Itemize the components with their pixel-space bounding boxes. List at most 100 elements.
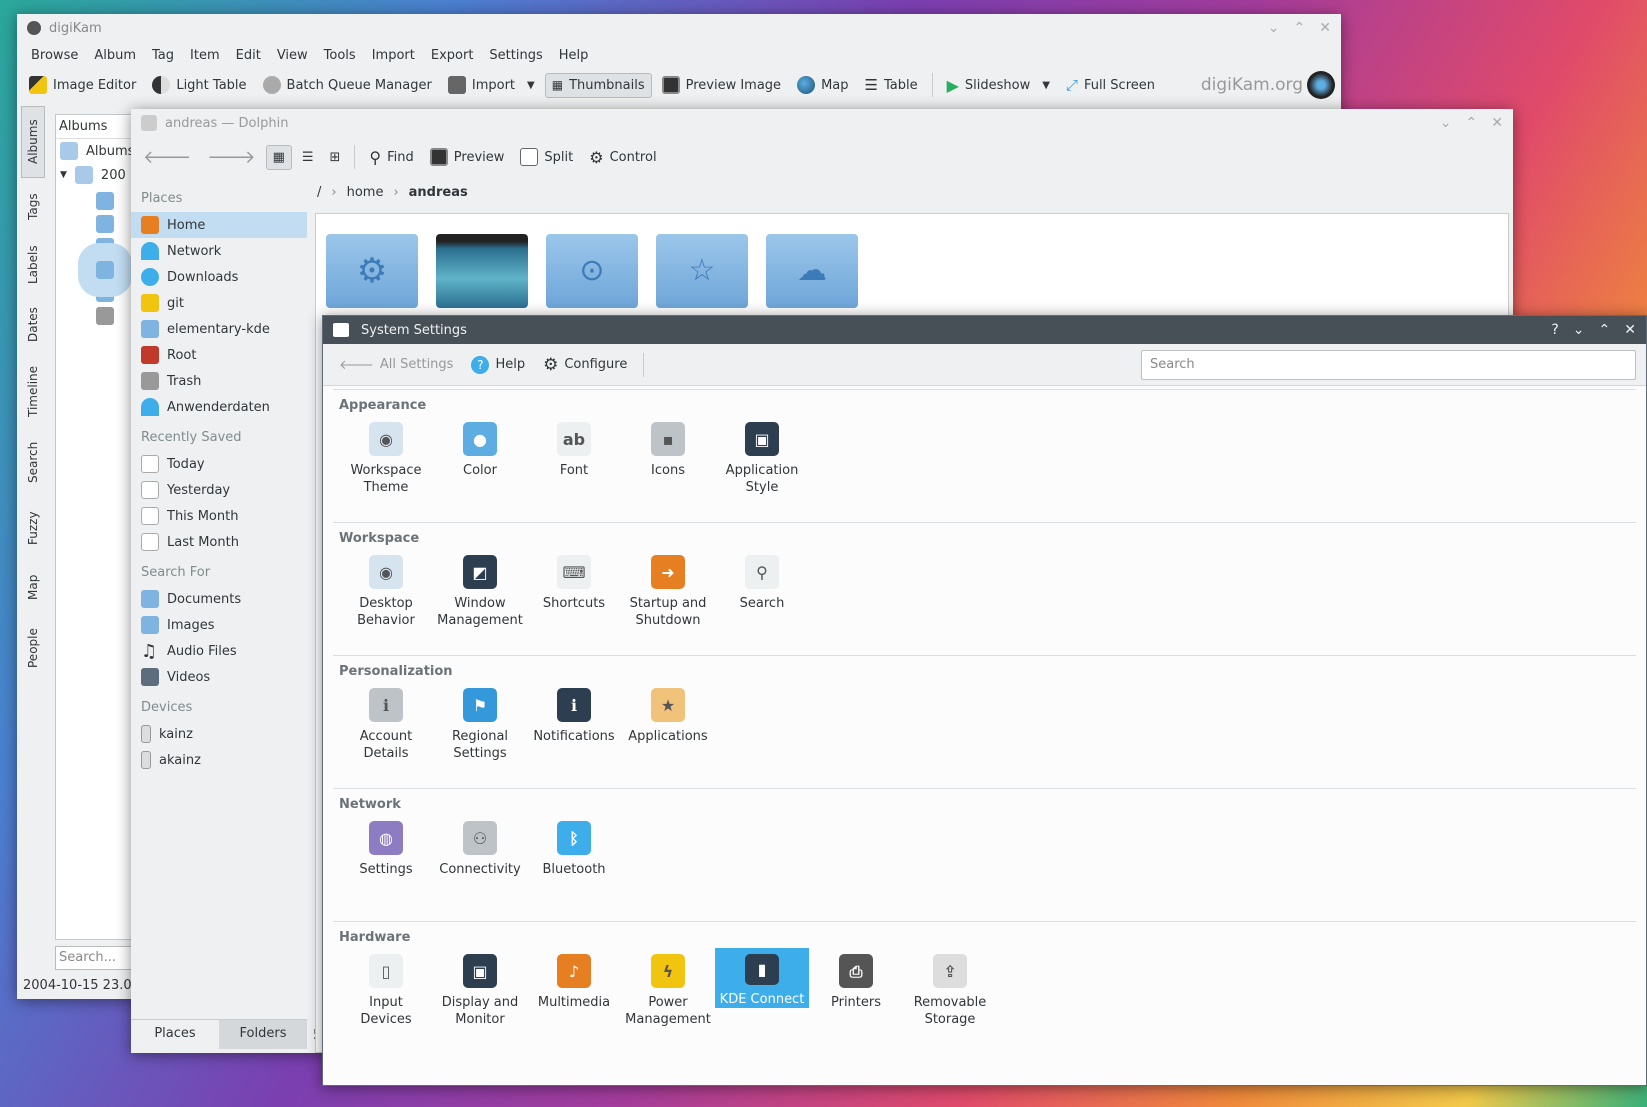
album-year[interactable]: ▼ 200 [56,163,134,187]
menu-settings[interactable]: Settings [481,48,550,63]
settings-item-removable-storage[interactable]: ⇪ Removable Storage [903,948,997,1044]
side-tab-people[interactable]: People [21,616,45,680]
settings-item-workspace-theme[interactable]: ◉ Workspace Theme [339,416,433,512]
map-button[interactable]: Map [791,72,854,98]
settings-item-bluetooth[interactable]: ᛒ Bluetooth [527,815,621,911]
maximize-icon[interactable]: ⌃ [1466,115,1478,131]
tab-places[interactable]: Places [131,1020,219,1049]
control-button[interactable]: ⚙ Control [583,144,662,171]
close-icon[interactable]: ✕ [1624,322,1636,338]
folder-icon[interactable] [96,238,114,256]
settings-item-regional-settings[interactable]: ⚑ Regional Settings [433,682,527,778]
side-tab-tags[interactable]: Tags [21,182,45,232]
settings-item-connectivity[interactable]: ⚇ Connectivity [433,815,527,911]
menu-item[interactable]: Item [182,48,228,63]
back-button[interactable]: 🡐 [137,143,197,172]
device-kainz[interactable]: kainz [131,721,307,747]
trash-icon[interactable] [96,307,114,325]
folder-config-icon[interactable]: ⚙ [326,234,418,308]
folder-icon[interactable] [96,215,114,233]
settings-item-printers[interactable]: ⎙ Printers [809,948,903,1044]
folder-icon[interactable] [96,192,114,210]
search-images[interactable]: Images [131,612,307,638]
menu-tag[interactable]: Tag [144,48,182,63]
batch-queue-button[interactable]: Batch Queue Manager [257,72,438,98]
album-search-input[interactable]: Search... [55,946,135,970]
settings-item-window-management[interactable]: ◩ Window Management [433,549,527,645]
settings-item-notifications[interactable]: ℹ Notifications [527,682,621,778]
help-icon[interactable]: ? [1551,322,1558,338]
recent-today[interactable]: Today [131,451,307,477]
maximize-icon[interactable]: ⌃ [1294,20,1306,36]
settings-item-applications[interactable]: ★ Applications [621,682,715,778]
search-audio-files[interactable]: ♫ Audio Files [131,638,307,664]
folder-favorites-icon[interactable]: ☆ [656,234,748,308]
settings-item-shortcuts[interactable]: ⌨ Shortcuts [527,549,621,645]
side-tab-timeline[interactable]: Timeline [21,356,45,426]
side-tab-albums[interactable]: Albums [21,106,45,178]
settings-item-multimedia[interactable]: ♪ Multimedia [527,948,621,1044]
folder-downloads-icon[interactable]: ⊙ [546,234,638,308]
folder-desktop-icon[interactable] [436,234,528,308]
breadcrumb-current[interactable]: andreas [409,185,468,200]
menu-help[interactable]: Help [551,48,597,63]
search-videos[interactable]: Videos [131,664,307,690]
menu-export[interactable]: Export [423,48,482,63]
settings-item-account-details[interactable]: ℹ Account Details [339,682,433,778]
preview-image-button[interactable]: Preview Image [656,72,787,98]
slideshow-button[interactable]: ▶ Slideshow ▼ [941,72,1056,99]
place-elementary-kde[interactable]: elementary-kde [131,316,307,342]
tree-view-button[interactable]: ⊞ [324,146,347,169]
menu-album[interactable]: Album [86,48,144,63]
side-tab-dates[interactable]: Dates [21,298,45,352]
breadcrumb-root[interactable]: / [317,185,321,200]
table-button[interactable]: ☰ Table [859,72,924,98]
menu-import[interactable]: Import [364,48,423,63]
import-button[interactable]: Import ▼ [442,72,541,98]
expand-icon[interactable]: ▼ [60,170,67,180]
place-anwenderdaten[interactable]: Anwenderdaten [131,394,307,420]
settings-item-power-management[interactable]: ϟ Power Management [621,948,715,1044]
settings-item-kde-connect[interactable]: ▮ KDE Connect [715,948,809,1008]
side-tab-map[interactable]: Map [21,562,45,612]
breadcrumb-home[interactable]: home [347,185,384,200]
device-akainz[interactable]: akainz [131,747,307,773]
side-tab-search[interactable]: Search [21,430,45,494]
settings-item-desktop-behavior[interactable]: ◉ Desktop Behavior [339,549,433,645]
image-editor-button[interactable]: Image Editor [23,72,142,98]
recent-yesterday[interactable]: Yesterday [131,477,307,503]
menu-tools[interactable]: Tools [316,48,364,63]
all-settings-button[interactable]: 🡐 All Settings [333,353,459,377]
settings-item-display-and-monitor[interactable]: ▣ Display and Monitor [433,948,527,1044]
side-tab-fuzzy[interactable]: Fuzzy [21,498,45,558]
folder-cloud-icon[interactable]: ☁ [766,234,858,308]
preview-button[interactable]: Preview [424,144,511,170]
split-button[interactable]: Split [514,144,579,170]
configure-button[interactable]: ⚙ Configure [537,351,633,379]
search-documents[interactable]: Documents [131,586,307,612]
place-home[interactable]: Home [131,212,307,238]
menu-edit[interactable]: Edit [228,48,269,63]
close-icon[interactable]: ✕ [1319,20,1331,36]
minimize-icon[interactable]: ⌄ [1268,20,1280,36]
dropdown-arrow-icon[interactable]: ▼ [1042,80,1050,91]
settings-item-startup-and-shutdown[interactable]: ➜ Startup and Shutdown [621,549,715,645]
details-view-button[interactable]: ☰ [296,146,320,169]
place-downloads[interactable]: Downloads [131,264,307,290]
folder-icon[interactable] [96,284,114,302]
help-button[interactable]: ? Help [465,352,531,378]
tab-folders[interactable]: Folders [219,1020,307,1049]
settings-search-input[interactable]: Search [1141,349,1636,380]
thumbnails-button[interactable]: ▦ Thumbnails [544,72,652,98]
recent-last-month[interactable]: Last Month [131,529,307,555]
albums-root[interactable]: Albums [56,139,134,163]
light-table-button[interactable]: Light Table [146,72,252,98]
folder-icon[interactable] [78,243,132,297]
settings-item-input-devices[interactable]: ▯ Input Devices [339,948,433,1044]
place-trash[interactable]: Trash [131,368,307,394]
settings-item-search[interactable]: ⚲ Search [715,549,809,645]
digikam-brand[interactable]: digiKam.org [1201,75,1303,95]
settings-item-color[interactable]: ● Color [433,416,527,512]
find-button[interactable]: ⚲ Find [363,144,419,171]
place-git[interactable]: git [131,290,307,316]
